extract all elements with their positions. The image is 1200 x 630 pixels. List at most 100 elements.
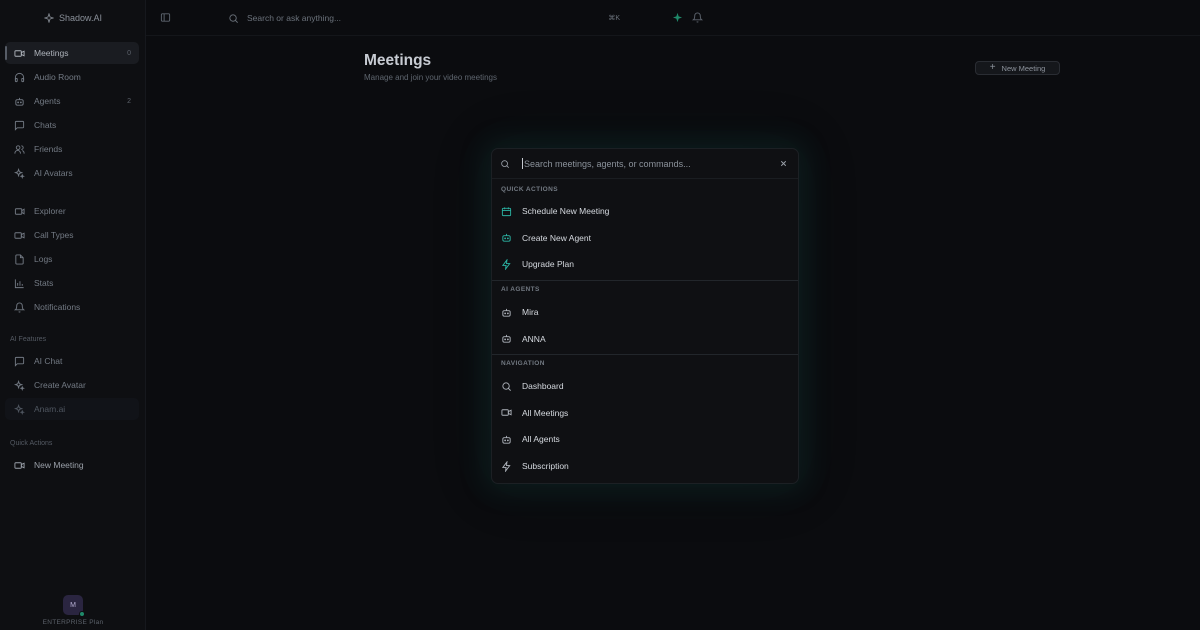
palette-item-label: All Agents [522, 434, 560, 445]
palette-item-anna[interactable]: ANNA [492, 325, 798, 352]
sidebar-item-label: Call Types [34, 230, 74, 240]
sidebar-item-new-meeting[interactable]: New Meeting [5, 454, 139, 476]
bot-icon [501, 232, 512, 243]
sidebar-item-label: Agents [34, 96, 61, 106]
zap-icon [501, 460, 512, 472]
text-caret [522, 158, 523, 169]
bot-icon [501, 307, 512, 318]
sidebar-item-label: Stats [34, 278, 54, 288]
sidebar-item-label: Logs [34, 254, 53, 264]
avatar-initial: M [70, 601, 76, 609]
sidebar-item-call-types[interactable]: Call Types [5, 224, 139, 246]
palette-item-all-meetings[interactable]: All Meetings [492, 400, 798, 427]
users-icon [14, 144, 25, 155]
brand[interactable]: Shadow.AI [0, 0, 146, 36]
palette-search-bar [492, 149, 798, 179]
new-meeting-label: New Meeting [1001, 63, 1046, 73]
palette-item-upgrade-plan[interactable]: Upgrade Plan [492, 251, 798, 278]
ai-features-label: AI Features [10, 336, 47, 343]
sidebar-item-label: Notifications [34, 302, 81, 312]
plan-label: ENTERPRISE Plan [42, 619, 104, 626]
compass-icon [14, 206, 25, 217]
palette-group-label: QUICK ACTIONS [501, 185, 558, 193]
palette-group-label: AI AGENTS [501, 286, 540, 294]
video-icon [14, 460, 25, 471]
video-icon [501, 407, 512, 418]
sidebar-item-label: Create Avatar [34, 380, 86, 390]
video-icon [14, 230, 25, 241]
ai-assistant-icon[interactable] [672, 12, 683, 23]
plus-icon: + [989, 62, 996, 73]
page-subtitle: Manage and join your video meetings [364, 73, 497, 82]
sidebar-item-audio-room[interactable]: Audio Room [5, 66, 139, 88]
page-title: Meetings [364, 52, 432, 69]
search-icon [500, 159, 510, 169]
palette-item-label: Mira [522, 307, 539, 318]
palette-item-create-new-agent[interactable]: Create New Agent [492, 225, 798, 252]
video-icon [14, 48, 25, 59]
sparkle-logo-icon [43, 13, 54, 23]
sidebar-item-explorer[interactable]: Explorer [5, 200, 139, 222]
sidebar-item-label: Audio Room [34, 72, 81, 82]
zap-icon [501, 258, 512, 270]
shortcut-hint: ⌘K [608, 15, 620, 22]
sidebar-item-label: Friends [34, 144, 63, 154]
sidebar-item-label: Anam.ai [34, 404, 66, 414]
palette-item-all-agents[interactable]: All Agents [492, 426, 798, 453]
sidebar-item-label: Explorer [34, 206, 66, 216]
sidebar-item-chats[interactable]: Chats [5, 114, 139, 136]
chart-icon [14, 278, 25, 289]
palette-item-label: Upgrade Plan [522, 259, 574, 270]
palette-item-mira[interactable]: Mira [492, 299, 798, 326]
sparkles-icon [14, 403, 25, 415]
palette-item-label: Dashboard [522, 381, 564, 392]
bot-icon [501, 333, 512, 344]
new-meeting-button[interactable]: + New Meeting [975, 61, 1060, 75]
sparkles-icon [14, 379, 25, 391]
file-icon [14, 253, 25, 265]
sidebar-item-meetings[interactable]: Meetings 0 [5, 42, 139, 64]
sidebar-item-label: AI Avatars [34, 168, 73, 178]
sidebar-main-nav: Meetings 0 Audio Room Agents 2 Chats Fri… [5, 42, 139, 320]
palette-item-dashboard[interactable]: Dashboard [492, 373, 798, 400]
topbar: Search or ask anything... ⌘K [146, 0, 1200, 36]
calendar-icon [501, 206, 512, 217]
sidebar-item-count: 2 [127, 97, 131, 105]
sidebar-item-label: New Meeting [34, 460, 84, 470]
notifications-bell-icon[interactable] [692, 12, 703, 23]
palette-search-input[interactable] [524, 158, 779, 169]
sidebar-toggle-icon[interactable] [160, 12, 171, 23]
sidebar-item-ai-avatars[interactable]: AI Avatars [5, 162, 139, 184]
brand-name: Shadow.AI [58, 13, 103, 23]
sidebar-item-label: Meetings [34, 48, 69, 58]
palette-item-schedule-new-meeting[interactable]: Schedule New Meeting [492, 198, 798, 225]
headphones-icon [14, 72, 25, 83]
sidebar: Shadow.AI Meetings 0 Audio Room Agents 2… [0, 0, 146, 630]
palette-item-label: ANNA [522, 333, 546, 344]
user-box[interactable]: M ENTERPRISE Plan [0, 595, 146, 626]
avatar[interactable]: M [63, 595, 85, 617]
sidebar-item-ai-chat[interactable]: AI Chat [5, 350, 139, 372]
sidebar-item-logs[interactable]: Logs [5, 248, 139, 270]
palette-group-label: NAVIGATION [501, 360, 545, 368]
sidebar-item-agents[interactable]: Agents 2 [5, 90, 139, 112]
sparkles-icon [14, 167, 25, 179]
sidebar-item-stats[interactable]: Stats [5, 272, 139, 294]
bot-icon [501, 434, 512, 445]
chat-icon [14, 356, 25, 367]
sidebar-quick-nav: New Meeting [5, 454, 139, 478]
palette-item-label: All Meetings [522, 407, 569, 418]
chat-icon [14, 120, 25, 131]
sidebar-item-notifications[interactable]: Notifications [5, 296, 139, 318]
global-search-placeholder: Search or ask anything... [247, 13, 342, 23]
palette-item-label: Create New Agent [522, 232, 591, 243]
global-search[interactable]: Search or ask anything... ⌘K [228, 10, 620, 26]
sidebar-ai-nav: AI Chat Create Avatar Anam.ai [5, 350, 139, 422]
search-icon [501, 381, 512, 392]
palette-item-subscription[interactable]: Subscription [492, 453, 798, 480]
quick-actions-label: Quick Actions [10, 440, 53, 447]
sidebar-item-friends[interactable]: Friends [5, 138, 139, 160]
close-icon[interactable] [779, 159, 788, 168]
sidebar-item-create-avatar[interactable]: Create Avatar [5, 374, 139, 396]
sidebar-item-anam-ai[interactable]: Anam.ai [5, 398, 139, 420]
